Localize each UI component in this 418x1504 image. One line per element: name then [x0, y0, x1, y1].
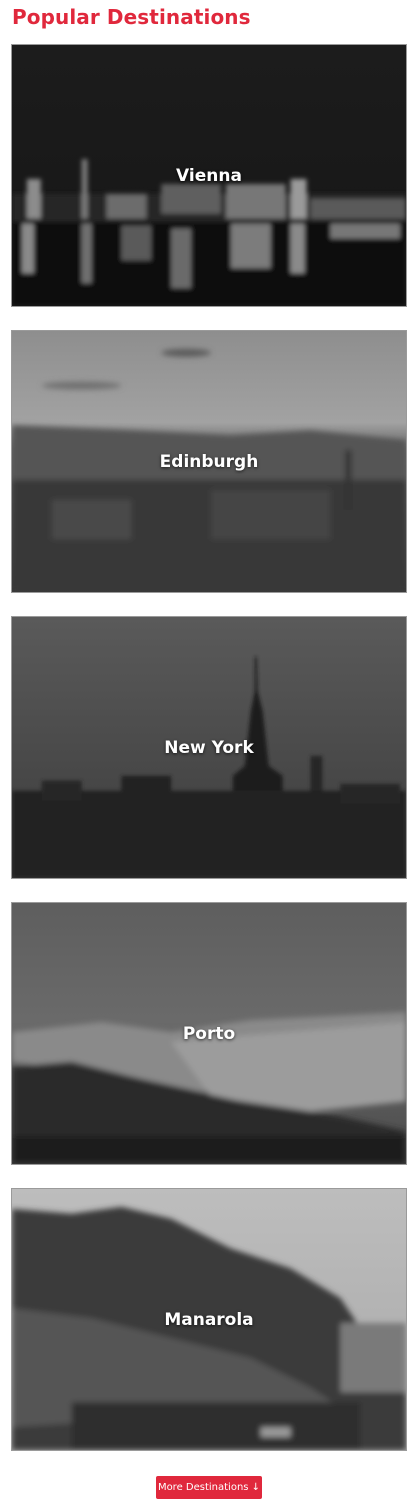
destination-name: Vienna [176, 165, 242, 186]
destination-name: Edinburgh [159, 451, 259, 472]
destination-card-porto[interactable]: Porto [11, 902, 407, 1165]
destination-name: Porto [182, 1023, 236, 1044]
destination-name: New York [164, 737, 254, 758]
more-destinations-button[interactable]: More Destinations ↓ [156, 1476, 262, 1499]
destination-name: Manarola [164, 1309, 254, 1330]
destination-card-vienna[interactable]: Vienna [11, 44, 407, 307]
destination-card-manarola[interactable]: Manarola [11, 1188, 407, 1451]
section-title: Popular Destinations [12, 5, 251, 29]
destination-card-new-york[interactable]: New York [11, 616, 407, 879]
destination-card-edinburgh[interactable]: Edinburgh [11, 330, 407, 593]
